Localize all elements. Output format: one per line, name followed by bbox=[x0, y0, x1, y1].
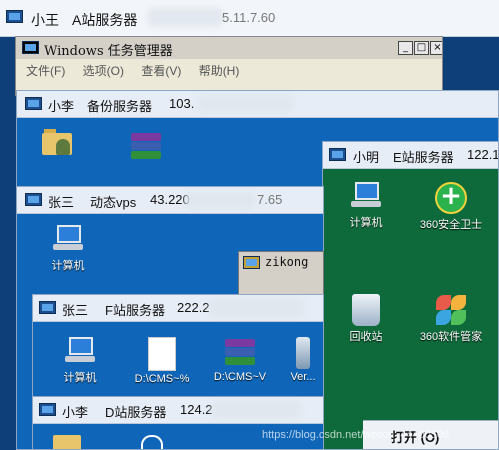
winrar-icon bbox=[129, 131, 163, 163]
window-owner: 小明 bbox=[353, 150, 380, 165]
menu-view[interactable]: 查看(V) bbox=[141, 64, 181, 78]
app-icon bbox=[296, 337, 310, 369]
window-owner: 张三 bbox=[62, 303, 89, 318]
window-server-name: D站服务器 bbox=[105, 405, 167, 420]
window-ip: 222.2 bbox=[177, 300, 210, 315]
redacted-ip bbox=[148, 8, 223, 26]
task-manager-title: Windows 任务管理器 bbox=[44, 44, 173, 59]
d-site-titlebar[interactable]: 小李 D站服务器 124.2 bbox=[33, 397, 323, 424]
task-manager-titlebar[interactable]: Windows 任务管理器 _ □ × bbox=[16, 37, 442, 59]
zikong-icon bbox=[243, 256, 260, 269]
desktop-icon-computer[interactable]: 计算机 bbox=[51, 337, 109, 385]
360-manager-icon bbox=[435, 294, 467, 326]
window-server-name: 备份服务器 bbox=[87, 99, 153, 114]
task-manager-window[interactable]: Windows 任务管理器 _ □ × 文件(F) 选项(O) 查看(V) 帮助… bbox=[15, 36, 443, 96]
remote-desktop-icon bbox=[39, 403, 56, 416]
window-server-name: 动态vps bbox=[90, 195, 137, 210]
icon-label: D:\CMS~V bbox=[213, 371, 267, 383]
document-icon bbox=[148, 337, 176, 371]
window-ip: 124.2 bbox=[180, 402, 213, 417]
desktop-icon-360-manager[interactable]: 360软件管家 bbox=[411, 294, 491, 344]
maximize-button[interactable]: □ bbox=[414, 41, 429, 55]
menu-help[interactable]: 帮助(H) bbox=[199, 64, 240, 78]
redacted-ip bbox=[197, 95, 292, 113]
icon-label: 计算机 bbox=[63, 372, 97, 384]
redacted-ip bbox=[211, 401, 301, 419]
f-site-titlebar[interactable]: 张三 F站服务器 222.2 bbox=[33, 295, 323, 322]
folder-icon bbox=[53, 435, 81, 449]
top-window-titlebar: 小王 A站服务器 5.11.7.60 bbox=[0, 0, 499, 37]
window-owner: 小李 bbox=[48, 99, 75, 114]
watermark-text: https://blog.csdn.net/weixin_44400506 bbox=[262, 429, 450, 441]
menu-file[interactable]: 文件(F) bbox=[26, 64, 65, 78]
vps-titlebar[interactable]: 张三 动态vps 43.220 7.65 bbox=[17, 187, 323, 214]
zikong-titlebar[interactable]: zikong bbox=[239, 252, 323, 274]
remote-desktop-icon bbox=[25, 193, 42, 206]
top-owner: 小王 bbox=[31, 12, 59, 28]
redacted-ip bbox=[185, 191, 255, 209]
computer-icon bbox=[51, 225, 85, 255]
winrar-icon bbox=[223, 337, 257, 369]
remote-desktop-icon bbox=[39, 301, 56, 314]
icon-label: 计算机 bbox=[51, 260, 85, 272]
shield-icon bbox=[141, 435, 163, 449]
e-site-server-window[interactable]: 小明 E站服务器 122.1 计算机 360安全卫士 回收站 360软件管家 打… bbox=[322, 141, 499, 450]
window-owner: 张三 bbox=[48, 195, 75, 210]
360-safe-icon bbox=[435, 181, 467, 214]
zikong-title: zikong bbox=[265, 255, 309, 269]
d-site-server-window[interactable]: 小李 D站服务器 124.2 bbox=[32, 396, 324, 450]
user-folder-icon bbox=[42, 129, 74, 157]
icon-label: 360软件管家 bbox=[419, 331, 483, 343]
task-manager-icon bbox=[22, 41, 39, 54]
desktop-icon-computer[interactable]: 计算机 bbox=[39, 225, 97, 273]
icon-label: 360安全卫士 bbox=[419, 219, 483, 231]
desktop-icon-app[interactable]: Ver... bbox=[283, 337, 323, 383]
icon-label: D:\CMS~% bbox=[134, 373, 190, 385]
window-server-name: F站服务器 bbox=[105, 303, 165, 318]
remote-desktop-icon bbox=[6, 10, 23, 23]
computer-icon bbox=[63, 337, 97, 367]
top-ip-tail: 5.11.7.60 bbox=[222, 10, 276, 25]
remote-desktop-icon bbox=[25, 97, 42, 110]
desktop-icon-document[interactable]: D:\CMS~% bbox=[133, 337, 191, 385]
close-button[interactable]: × bbox=[430, 41, 442, 55]
top-server-name: A站服务器 bbox=[72, 12, 138, 28]
window-server-name: E站服务器 bbox=[393, 150, 454, 165]
minimize-button[interactable]: _ bbox=[398, 41, 413, 55]
icon-label: 回收站 bbox=[349, 331, 383, 343]
backup-server-titlebar[interactable]: 小李 备份服务器 103. bbox=[17, 91, 498, 118]
redacted-ip bbox=[209, 299, 304, 317]
desktop-icon-computer[interactable]: 计算机 bbox=[337, 182, 395, 230]
e-site-titlebar[interactable]: 小明 E站服务器 122.1 bbox=[323, 142, 498, 169]
desktop-icon-winrar[interactable]: D:\CMS~V bbox=[211, 337, 269, 383]
icon-label: Ver... bbox=[290, 371, 316, 383]
computer-icon bbox=[349, 182, 383, 212]
menu-options[interactable]: 选项(O) bbox=[83, 64, 124, 78]
task-manager-menubar: 文件(F) 选项(O) 查看(V) 帮助(H) bbox=[26, 62, 253, 79]
desktop-icon-360-safe[interactable]: 360安全卫士 bbox=[411, 181, 491, 232]
icon-label: 计算机 bbox=[349, 217, 383, 229]
window-ip: 103. bbox=[169, 96, 195, 111]
desktop-icon-user-folder[interactable] bbox=[29, 129, 87, 157]
window-ip: 122.1 bbox=[467, 147, 499, 162]
window-owner: 小李 bbox=[62, 405, 89, 420]
desktop-icon-recycle-bin[interactable]: 回收站 bbox=[337, 294, 395, 344]
recycle-bin-icon bbox=[352, 294, 380, 326]
window-ip-tail: 7.65 bbox=[257, 192, 283, 207]
remote-desktop-icon bbox=[329, 148, 346, 161]
window-ip: 43.220 bbox=[150, 192, 190, 207]
desktop-icon-winrar[interactable] bbox=[117, 131, 175, 163]
